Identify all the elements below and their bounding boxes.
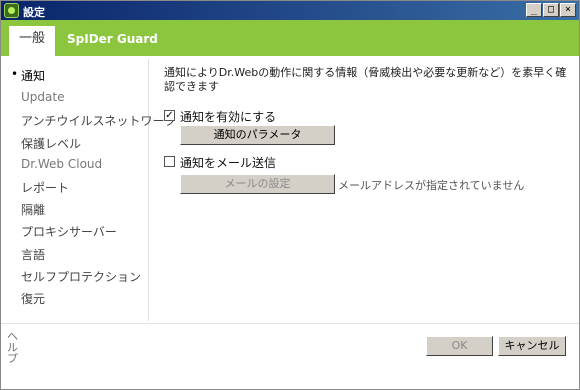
tab-general[interactable]: 一般	[9, 26, 55, 56]
sidebar-item-notifications[interactable]: 通知	[21, 67, 45, 84]
email-notifications-label[interactable]: 通知をメール送信	[180, 154, 276, 171]
sidebar-item-language[interactable]: 言語	[21, 246, 45, 263]
ok-button[interactable]: OK	[426, 336, 493, 356]
window-title: 設定	[23, 6, 45, 19]
email-address-note: メールアドレスが指定されていません	[338, 179, 525, 192]
settings-sidebar: • 通知 Update アンチウイルスネットワーク 保護レベル Dr.Web C…	[1, 59, 177, 321]
sidebar-item-update[interactable]: Update	[21, 90, 64, 104]
notification-parameters-button[interactable]: 通知のパラメータ	[180, 125, 335, 145]
maximize-button[interactable]: □	[543, 3, 559, 17]
minimize-button[interactable]: _	[526, 3, 542, 17]
enable-notifications-label[interactable]: 通知を有効にする	[180, 108, 276, 125]
sidebar-item-proxy-server[interactable]: プロキシサーバー	[21, 223, 117, 240]
drweb-spider-icon	[4, 3, 19, 18]
cancel-button[interactable]: キャンセル	[498, 336, 566, 356]
help-link[interactable]: ヘルプ	[7, 331, 19, 364]
title-bar: 設定 _ □ ×	[1, 1, 579, 20]
sidebar-item-restore[interactable]: 復元	[21, 290, 45, 307]
tab-spider-guard[interactable]: SpIDer Guard	[67, 26, 158, 56]
sidebar-item-self-protection[interactable]: セルフプロテクション	[21, 268, 141, 285]
sidebar-item-reports[interactable]: レポート	[21, 179, 69, 196]
active-item-bullet: •	[11, 67, 19, 81]
mail-settings-button[interactable]: メールの設定	[180, 174, 335, 194]
notifications-description: 通知によりDr.Webの動作に関する情報（脅威検出や必要な更新など）を素早く確認…	[164, 66, 567, 93]
email-notifications-checkbox[interactable]	[164, 156, 175, 167]
enable-notifications-checkbox[interactable]: ✓	[164, 110, 175, 121]
sidebar-item-antivirus-network[interactable]: アンチウイルスネットワーク	[21, 112, 177, 129]
footer-divider	[1, 323, 579, 324]
sidebar-item-quarantine[interactable]: 隔離	[21, 201, 45, 218]
tab-bar: 一般 SpIDer Guard	[1, 20, 579, 56]
sidebar-item-drweb-cloud[interactable]: Dr.Web Cloud	[21, 157, 102, 171]
settings-window: 設定 _ □ × 一般 SpIDer Guard • 通知 Update アンチ…	[0, 0, 580, 390]
close-button[interactable]: ×	[560, 3, 576, 17]
sidebar-item-protection-level[interactable]: 保護レベル	[21, 135, 81, 152]
